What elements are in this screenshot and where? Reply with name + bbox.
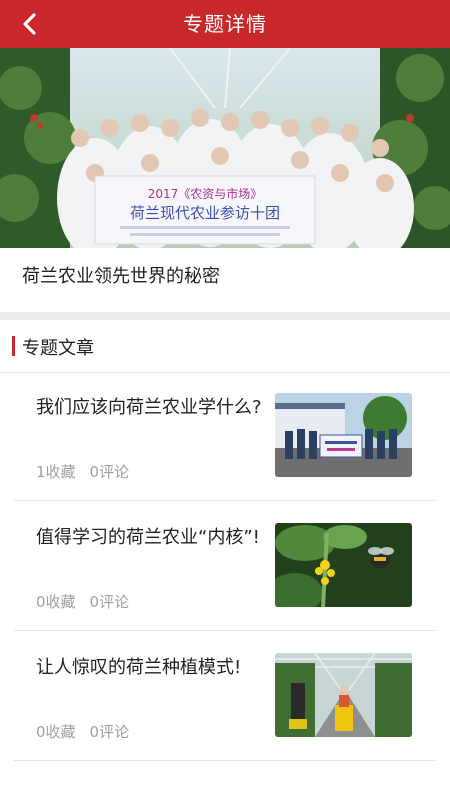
section-separator xyxy=(0,312,450,320)
favorites-count: 0收藏 xyxy=(36,723,76,741)
comments-count: 0评论 xyxy=(89,723,130,741)
hero-image: 2017《农资与市场》 荷兰现代农业参访十团 xyxy=(0,48,450,248)
article-title: 让人惊叹的荷兰种植模式! xyxy=(36,657,242,678)
favorites-count: 1收藏 xyxy=(36,463,76,481)
article-meta: 0收藏 0评论 xyxy=(36,721,143,742)
article-divider xyxy=(14,630,435,631)
article-item[interactable]: 值得学习的荷兰农业“内核”! 0收藏 0评论 xyxy=(14,503,435,631)
top-bar: 专题详情 xyxy=(0,0,450,48)
section-label: 专题文章 xyxy=(22,338,94,359)
comments-count: 0评论 xyxy=(89,593,130,611)
article-item[interactable]: 让人惊叹的荷兰种植模式! 0收藏 0评论 xyxy=(14,633,435,761)
article-title: 值得学习的荷兰农业“内核”! xyxy=(36,527,260,548)
favorites-count: 0收藏 xyxy=(36,593,76,611)
section-accent-bar xyxy=(12,336,15,356)
hero-banner-line1: 2017《农资与市场》 xyxy=(148,186,263,201)
article-title: 我们应该向荷兰农业学什么? xyxy=(36,397,262,418)
article-thumbnail xyxy=(275,653,412,737)
section-header: 专题文章 xyxy=(0,320,450,373)
article-divider xyxy=(14,500,435,501)
article-thumbnail xyxy=(275,523,412,607)
article-meta: 1收藏 0评论 xyxy=(36,461,143,482)
comments-count: 0评论 xyxy=(89,463,130,481)
hero-banner-line2: 荷兰现代农业参访十团 xyxy=(130,204,280,222)
article-item[interactable]: 我们应该向荷兰农业学什么? 1收藏 0评论 xyxy=(14,373,435,501)
page-title: 专题详情 xyxy=(183,12,267,36)
topic-title: 荷兰农业领先世界的秘密 xyxy=(22,266,220,287)
article-divider xyxy=(14,760,435,761)
article-thumbnail xyxy=(275,393,412,477)
article-meta: 0收藏 0评论 xyxy=(36,591,143,612)
